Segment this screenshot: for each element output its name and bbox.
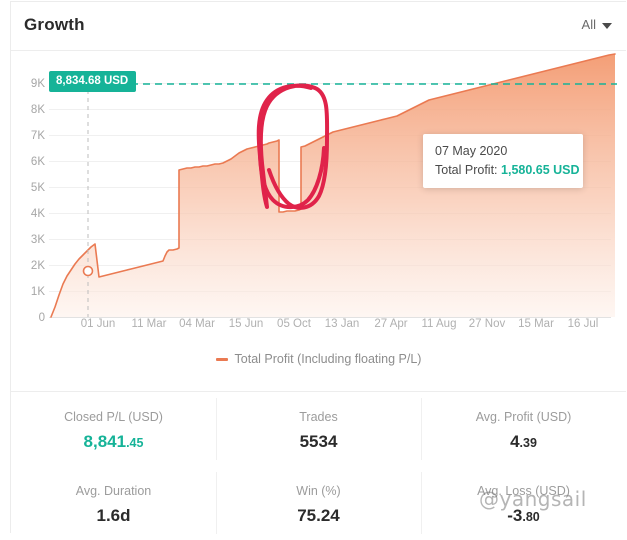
stat-value-decimal: .45 [126,436,144,450]
stat-avg-profit: Avg. Profit (USD) 4.39 [421,392,626,466]
range-dropdown[interactable]: All [582,17,612,32]
stat-value: 4.39 [425,432,622,452]
y-tick-3k: 3K [30,234,45,246]
tooltip-profit-row: Total Profit: 1,580.65 USD [435,163,580,177]
stat-value-decimal: .80 [522,510,540,524]
max-value-badge: 8,834.68 USD [49,71,137,92]
legend-label: Total Profit (Including floating P/L) [234,352,422,366]
y-tick-9k: 9K [30,78,45,90]
y-tick-8k: 8K [30,104,45,116]
chevron-down-icon [602,22,612,29]
stat-label: Avg. Profit (USD) [475,410,572,424]
y-tick-1k: 1K [30,286,45,298]
x-tick-8: 27 Nov [468,318,506,330]
stat-value: 75.24 [220,506,417,526]
stat-label: Win (%) [296,484,341,498]
tooltip-profit-value: 1,580.65 USD [501,163,580,177]
stat-trades: Trades 5534 [216,392,421,466]
legend-line-icon [215,357,228,361]
x-tick-6: 27 Apr [374,318,408,330]
stat-avg-duration: Avg. Duration 1.6d [11,466,216,540]
x-tick-4: 05 Oct [277,318,311,330]
x-tick-2: 04 Mar [179,318,215,330]
x-tick-10: 16 Jul [567,318,599,330]
stat-label: Trades [299,410,338,424]
stat-label: Closed P/L (USD) [64,410,163,424]
chart-legend[interactable]: Total Profit (Including floating P/L) [11,352,626,366]
stat-value: 1.6d [15,506,212,526]
stats-section: Closed P/L (USD) 8,841.45 Trades 5534 Av… [11,391,626,534]
x-tick-9: 15 Mar [518,318,554,330]
y-tick-7k: 7K [30,130,45,142]
stat-value: -3.80 [425,506,622,526]
stat-value-whole: 75.24 [297,506,340,525]
x-tick-0: 01 Jun [80,318,116,330]
x-tick-1: 11 Mar [131,318,167,330]
tooltip-profit-label: Total Profit: [435,163,498,177]
card-header: Growth All [11,2,626,51]
stat-closed-pl: Closed P/L (USD) 8,841.45 [11,392,216,466]
stat-value: 8,841.45 [15,432,212,452]
stat-value-decimal: .39 [519,436,537,450]
stat-win-pct: Win (%) 75.24 [216,466,421,540]
stat-value-whole: 1.6d [96,506,131,525]
y-tick-2k: 2K [30,260,45,272]
stat-value-whole: -3 [507,506,523,525]
x-tick-7: 11 Aug [421,318,457,330]
x-tick-5: 13 Jan [324,318,360,330]
y-tick-5k: 5K [30,182,45,194]
chart-x-axis: 01 Jun 11 Mar 04 Mar 15 Jun 05 Oct 13 Ja… [11,318,626,342]
chart-tooltip: 07 May 2020 Total Profit: 1,580.65 USD [423,134,583,188]
growth-card: Growth All 9K 8K 7K 6K 5K 4K 3K 2K 1K 0 … [10,1,626,534]
stats-grid: Closed P/L (USD) 8,841.45 Trades 5534 Av… [11,392,626,540]
tooltip-date: 07 May 2020 [435,144,508,158]
stat-label: Avg. Duration [75,484,152,498]
stat-value-whole: 5534 [299,432,338,451]
stat-avg-loss: Avg. Loss (USD) -3.80 [421,466,626,540]
stat-value-whole: 8,841 [83,432,127,451]
chart-y-axis: 9K 8K 7K 6K 5K 4K 3K 2K 1K 0 [11,52,51,324]
stat-label: Avg. Loss (USD) [477,484,570,498]
stat-value-whole: 4 [510,432,520,451]
page-title: Growth [24,15,85,34]
stat-value: 5534 [220,432,417,452]
y-tick-6k: 6K [30,156,45,168]
x-tick-3: 15 Jun [228,318,264,330]
chart-point-marker[interactable] [82,265,94,277]
y-tick-4k: 4K [30,208,45,220]
range-dropdown-label: All [581,17,596,32]
growth-chart[interactable]: 9K 8K 7K 6K 5K 4K 3K 2K 1K 0 01 Jun 11 M… [11,52,626,391]
